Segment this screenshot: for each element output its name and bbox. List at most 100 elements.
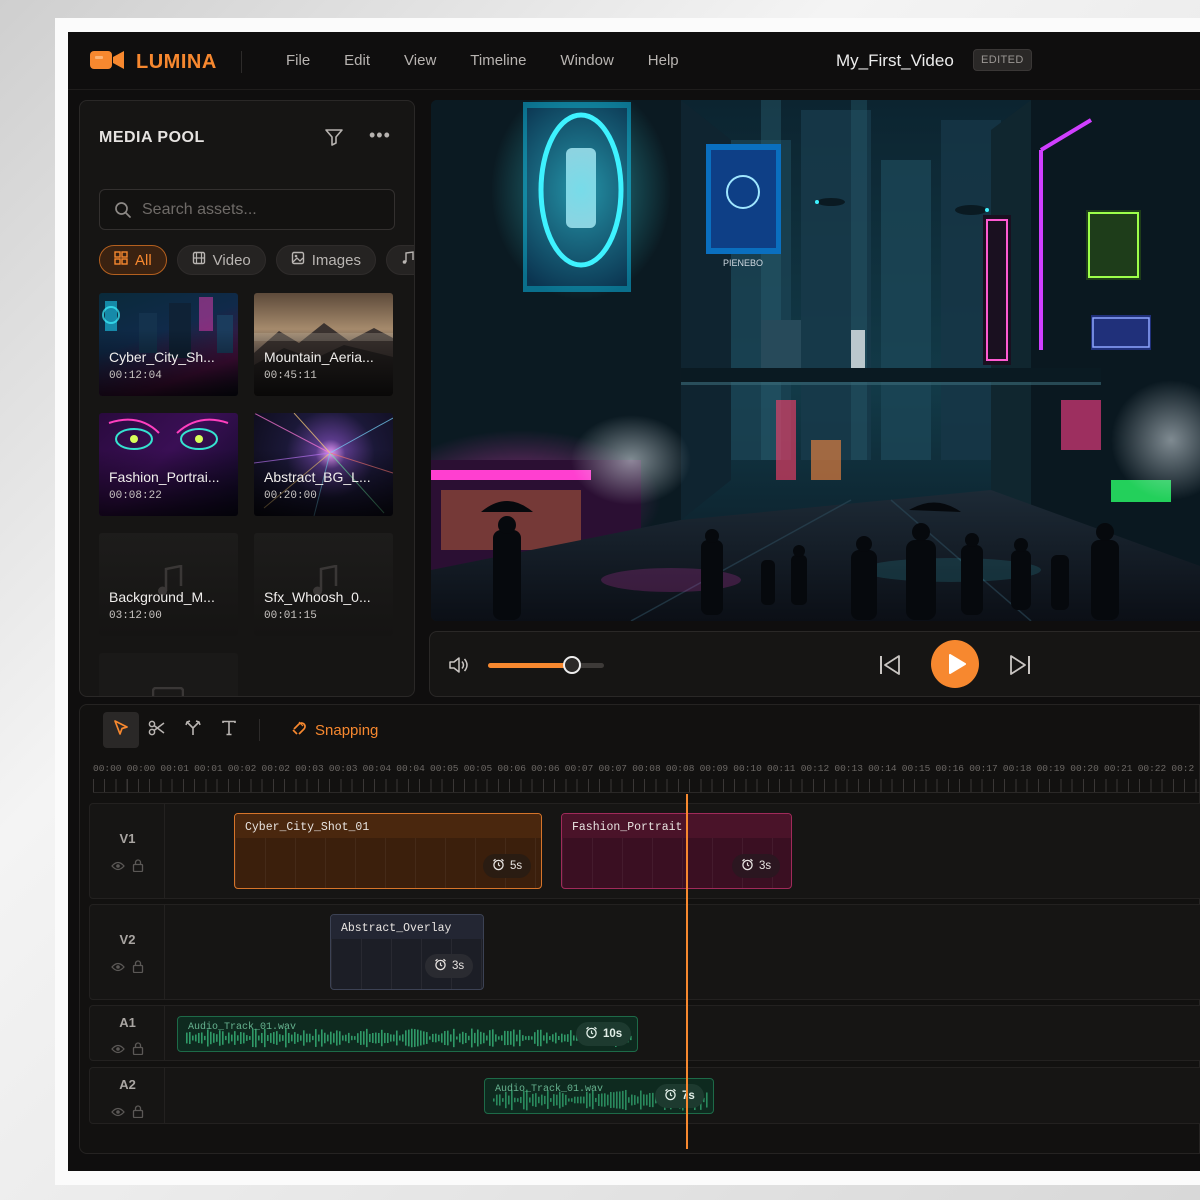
asset-duration: 00:12:04 <box>109 370 162 382</box>
waveform-bar <box>195 1034 197 1042</box>
waveform-bar <box>541 1094 543 1106</box>
waveform-bar <box>534 1032 536 1044</box>
toolbar-divider <box>259 719 260 741</box>
asset-card[interactable]: Fashion_Portrai... 00:08:22 <box>99 413 238 516</box>
waveform-bar <box>558 1035 560 1041</box>
waveform-bar <box>531 1036 533 1040</box>
waveform-bar <box>420 1030 422 1046</box>
asset-card[interactable]: Cyber_City_Sh... 00:12:04 <box>99 293 238 396</box>
skip-back-icon[interactable] <box>878 654 902 681</box>
menu-help[interactable]: Help <box>648 52 679 69</box>
waveform-bar <box>549 1036 551 1040</box>
audio-clip[interactable]: Audio_Track_01.wav 7s <box>484 1078 714 1114</box>
waveform-bar <box>294 1032 296 1044</box>
waveform-bar <box>514 1097 516 1103</box>
filter-all[interactable]: All <box>99 245 167 275</box>
waveform-bar <box>429 1036 431 1040</box>
waveform-bar <box>516 1034 518 1042</box>
filter-icon[interactable] <box>324 127 344 152</box>
waveform-bar <box>426 1032 428 1044</box>
lock-icon[interactable] <box>132 1042 144 1060</box>
waveform-bar <box>417 1029 419 1047</box>
eye-icon[interactable] <box>111 1042 125 1060</box>
ruler-label: 00:2 <box>1171 763 1195 774</box>
asset-card[interactable]: Background_M... 03:12:00 <box>99 533 238 636</box>
waveform-bar <box>186 1032 188 1044</box>
waveform-bar <box>462 1031 464 1045</box>
eye-icon[interactable] <box>111 960 125 978</box>
timeline-clip[interactable]: Abstract_Overlay 3s <box>330 914 484 990</box>
waveform-bar <box>652 1092 654 1108</box>
split-tool[interactable] <box>175 712 211 748</box>
waveform-bar <box>204 1035 206 1041</box>
waveform-bar <box>213 1033 215 1043</box>
asset-duration: 03:12:00 <box>109 610 162 622</box>
ruler-label: 00:02 <box>227 763 257 774</box>
eye-icon[interactable] <box>111 859 125 877</box>
waveform-bar <box>529 1097 531 1103</box>
waveform-bar <box>507 1030 509 1046</box>
timeline-ruler[interactable]: 00:00 00:00 00:01 00:01 00:02 00:02 00:03 00:03… <box>93 757 1200 793</box>
snapping-toggle[interactable]: Snapping <box>290 719 378 741</box>
volume-icon[interactable] <box>448 656 470 679</box>
eye-icon[interactable] <box>111 1105 125 1123</box>
waveform-bar <box>519 1029 521 1047</box>
asset-card[interactable]: Mountain_Aeria... 00:45:11 <box>254 293 393 396</box>
skip-forward-icon[interactable] <box>1008 654 1032 681</box>
waveform-bar <box>619 1091 621 1109</box>
project-title[interactable]: My_First_Video <box>836 51 954 71</box>
ruler-label: 00:03 <box>295 763 324 774</box>
timeline-clip[interactable]: Cyber_City_Shot_01 5s <box>234 813 542 889</box>
track-name: V1 <box>119 831 136 846</box>
text-tool[interactable] <box>211 712 247 748</box>
cut-tool[interactable] <box>139 712 175 748</box>
menu-window[interactable]: Window <box>560 52 613 69</box>
search-input[interactable] <box>142 199 382 221</box>
editor-window: LUMINA File Edit View Timeline Window He… <box>68 32 1200 1171</box>
waveform-bar <box>540 1029 542 1047</box>
lock-icon[interactable] <box>132 859 144 877</box>
menu-file[interactable]: File <box>286 52 310 69</box>
asset-name: Fashion_Portrai... <box>109 469 220 485</box>
waveform-bar <box>498 1036 500 1040</box>
waveform-bar <box>535 1093 537 1107</box>
menu-edit[interactable]: Edit <box>344 52 370 69</box>
waveform-bar <box>243 1032 245 1044</box>
more-icon[interactable]: ••• <box>369 125 391 146</box>
waveform-bar <box>282 1035 284 1041</box>
audio-clip[interactable]: Audio_Track_01.wav 10s <box>177 1016 638 1052</box>
play-button[interactable] <box>931 640 979 688</box>
image-icon <box>291 251 305 269</box>
waveform-bar <box>489 1030 491 1046</box>
waveform-bar <box>561 1033 563 1043</box>
waveform-bar <box>613 1092 615 1108</box>
waveform-bar <box>553 1094 555 1106</box>
playhead[interactable] <box>686 794 688 1149</box>
video-preview[interactable]: PIENEBO <box>431 100 1200 621</box>
clip-name: Cyber_City_Shot_01 <box>245 821 370 834</box>
filter-video[interactable]: Video <box>176 245 266 275</box>
ruler-label: 00:01 <box>160 763 189 774</box>
volume-slider[interactable] <box>488 656 604 674</box>
menu-timeline[interactable]: Timeline <box>470 52 526 69</box>
volume-slider-handle[interactable] <box>562 656 581 674</box>
lock-icon[interactable] <box>132 960 144 978</box>
waveform-bar <box>574 1096 576 1104</box>
asset-card[interactable]: Abstract_BG_L... 00:20:00 <box>254 413 393 516</box>
waveform-bar <box>499 1094 501 1106</box>
waveform-bar <box>556 1094 558 1106</box>
filter-images[interactable]: Images <box>275 245 376 275</box>
filter-audio[interactable] <box>385 245 414 275</box>
waveform-bar <box>315 1029 317 1047</box>
asset-card[interactable]: Sfx_Whoosh_0... 00:01:15 <box>254 533 393 636</box>
media-pool-panel: MEDIA POOL ••• All Video Images <box>79 100 415 697</box>
lock-icon[interactable] <box>132 1105 144 1123</box>
waveform-bar <box>502 1098 504 1102</box>
asset-duration: 00:01:15 <box>264 610 317 622</box>
select-tool[interactable] <box>103 712 139 748</box>
menu-view[interactable]: View <box>404 52 436 69</box>
split-icon <box>184 719 202 742</box>
alarm-icon <box>434 958 447 974</box>
timeline-clip[interactable]: Fashion_Portrait 3s <box>561 813 792 889</box>
asset-card[interactable] <box>99 653 238 696</box>
